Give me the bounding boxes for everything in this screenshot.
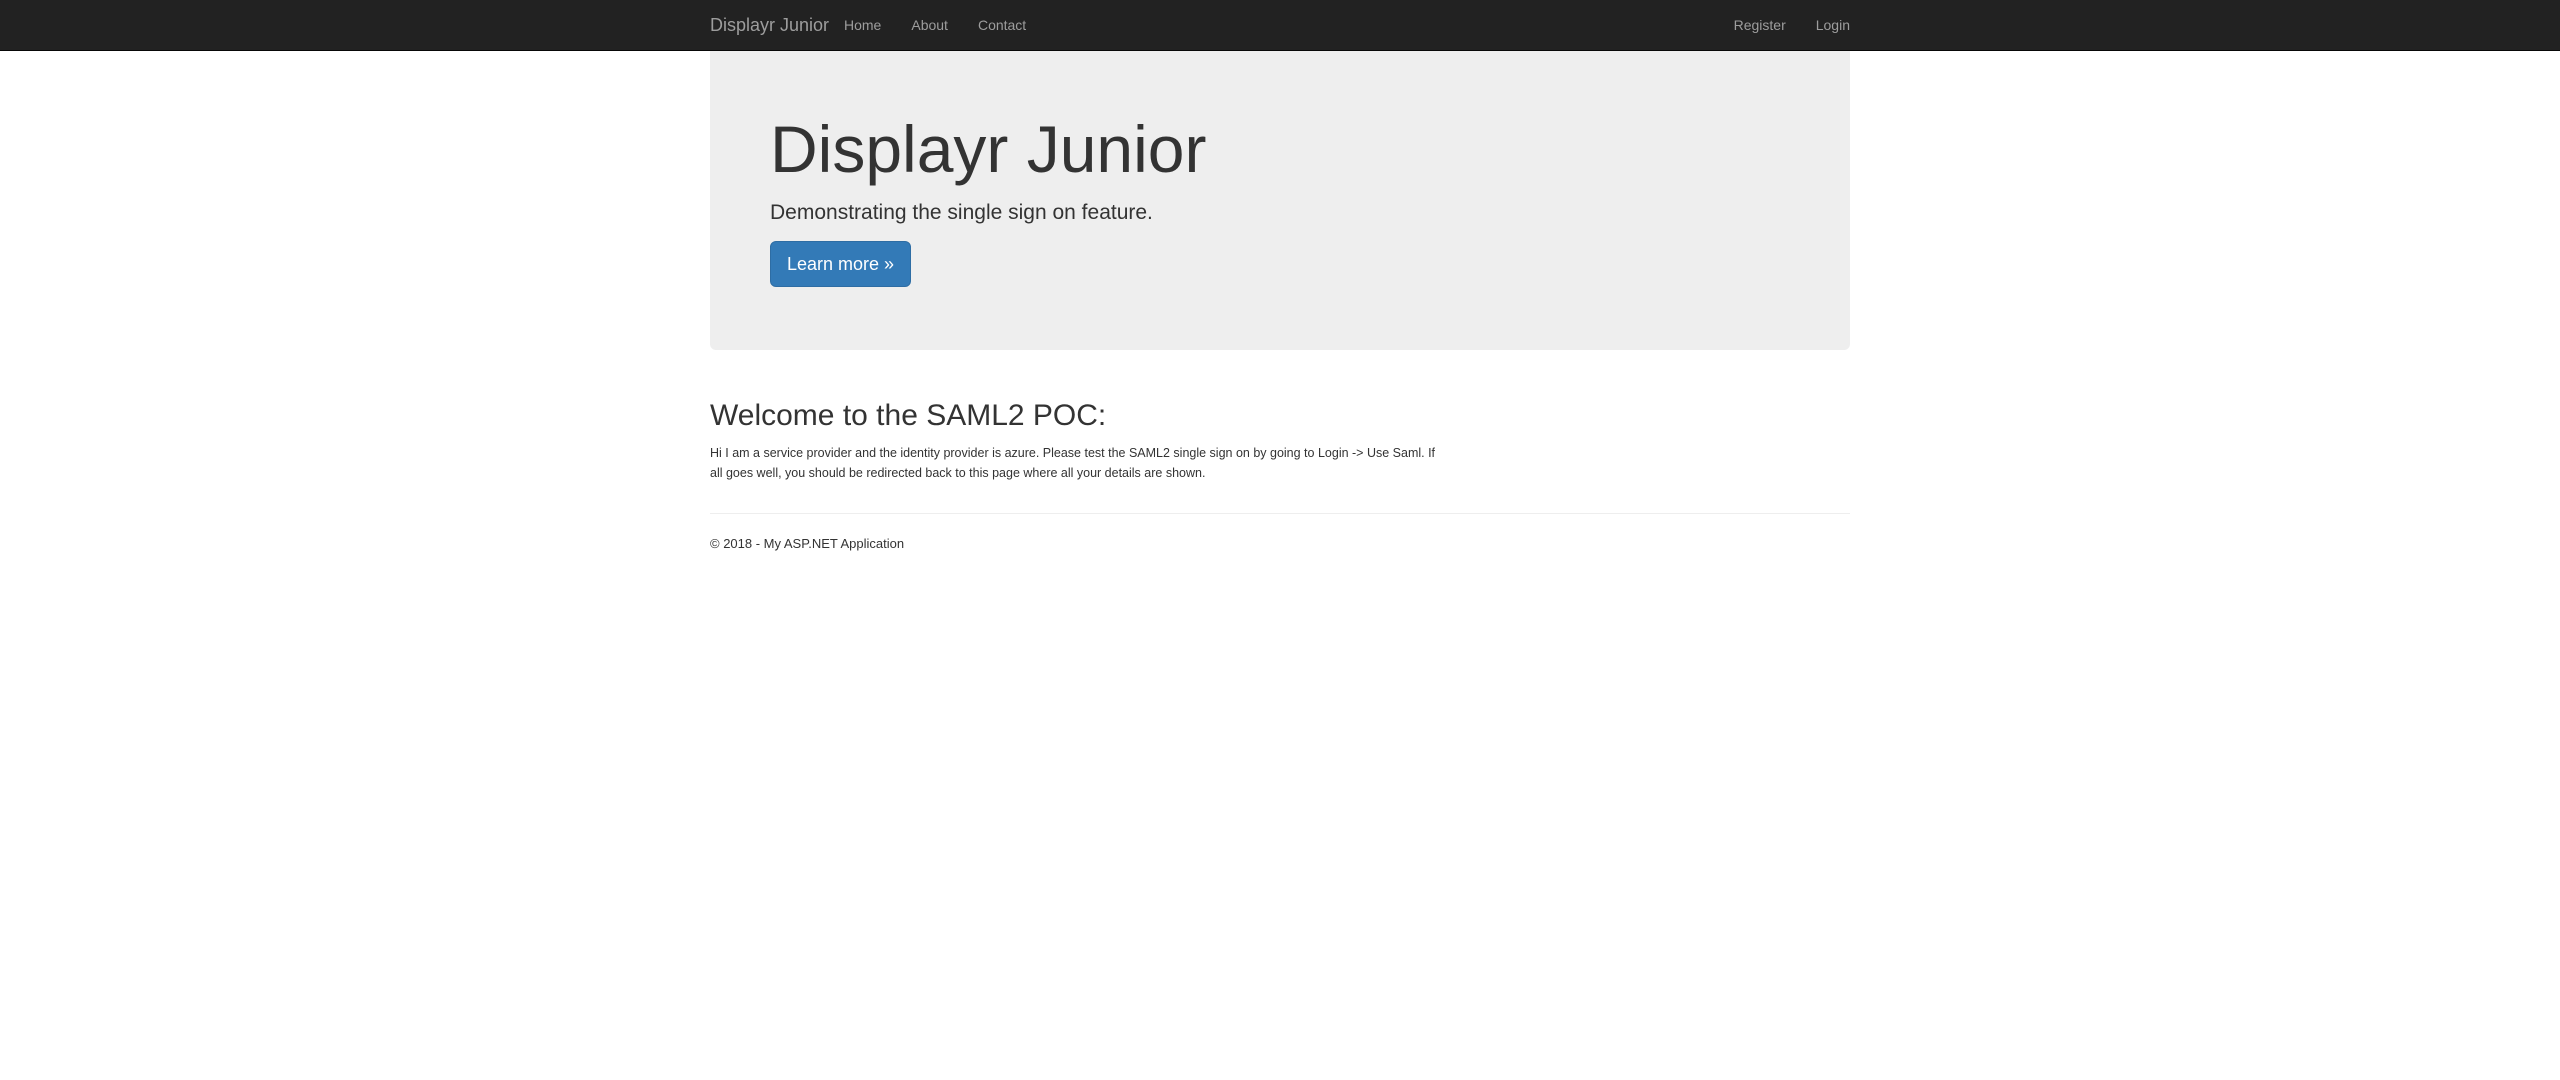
footer-copyright: © 2018 - My ASP.NET Application — [710, 536, 905, 551]
nav-link-login[interactable]: Login — [1816, 0, 1850, 50]
hero-lead: Demonstrating the single sign on feature… — [770, 201, 1153, 224]
welcome-description: Hi I am a service provider and the ident… — [710, 446, 1436, 480]
nav-link-about[interactable]: About — [911, 0, 948, 50]
account-nav: Register Login — [1704, 0, 1850, 50]
hero-title: Displayr Junior — [770, 112, 1207, 186]
top-navbar: Displayr Junior Home About Contact Regis… — [0, 0, 2560, 51]
nav-item-contact: Contact — [978, 0, 1056, 50]
learn-more-button[interactable]: Learn more » — [770, 241, 911, 287]
nav-link-register[interactable]: Register — [1734, 0, 1786, 50]
nav-item-register: Register — [1704, 0, 1786, 50]
nav-item-about: About — [911, 0, 978, 50]
welcome-heading: Welcome to the SAML2 POC: — [710, 399, 1107, 432]
footer-divider — [710, 513, 1850, 514]
hero-jumbotron: Displayr Junior Demonstrating the single… — [710, 51, 1850, 350]
nav-link-contact[interactable]: Contact — [978, 0, 1026, 50]
nav-item-home: Home — [844, 0, 911, 50]
main-nav: Home About Contact — [844, 0, 1056, 50]
nav-link-home[interactable]: Home — [844, 0, 881, 50]
navbar-brand[interactable]: Displayr Junior — [710, 0, 829, 50]
nav-item-login: Login — [1786, 0, 1850, 50]
